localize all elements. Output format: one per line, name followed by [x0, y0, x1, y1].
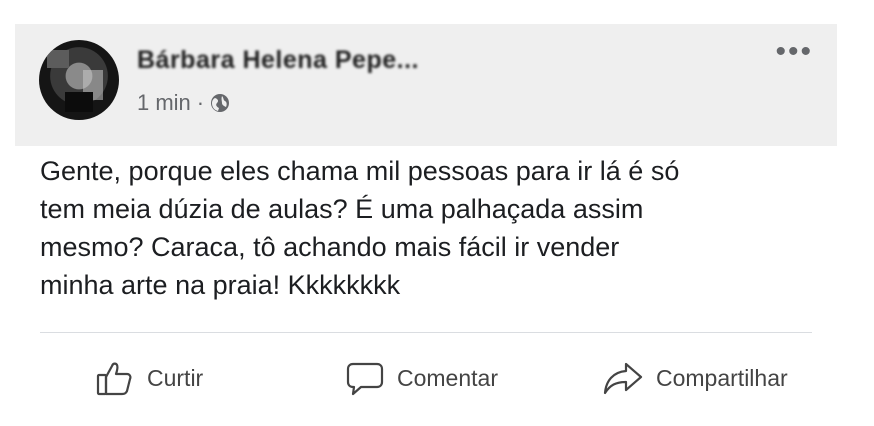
- more-options-icon[interactable]: •••: [775, 37, 813, 67]
- thumbs-up-icon: [95, 358, 135, 398]
- comment-button[interactable]: Comentar: [345, 352, 498, 404]
- divider: [40, 332, 812, 333]
- share-arrow-icon: [602, 358, 644, 398]
- author-name[interactable]: Bárbara Helena Pepe...: [137, 46, 419, 75]
- avatar[interactable]: [39, 40, 119, 120]
- like-button[interactable]: Curtir: [95, 352, 203, 404]
- comment-icon: [345, 358, 385, 398]
- share-button[interactable]: Compartilhar: [602, 352, 788, 404]
- post-timestamp[interactable]: 1 min: [137, 90, 191, 116]
- share-label: Compartilhar: [656, 364, 788, 391]
- post-text: Gente, porque eles chama mil pessoas par…: [40, 156, 680, 300]
- post-meta: 1 min ·: [137, 90, 230, 116]
- meta-separator: ·: [196, 90, 205, 115]
- globe-icon[interactable]: [210, 93, 230, 113]
- post-actions: Curtir Comentar Compartilhar: [0, 352, 874, 404]
- post-header: Bárbara Helena Pepe... 1 min · •••: [15, 24, 837, 146]
- comment-label: Comentar: [397, 364, 498, 391]
- like-label: Curtir: [147, 364, 204, 391]
